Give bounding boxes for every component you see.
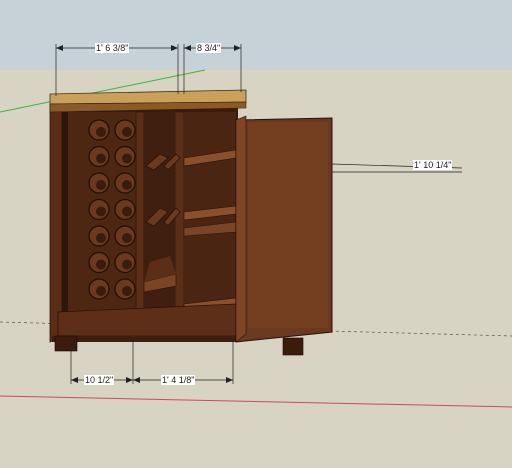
dimension-top-width: 1' 6 3/8" xyxy=(95,43,130,53)
wine-cabinet-model[interactable] xyxy=(49,89,333,356)
bottle-slot-hole xyxy=(122,153,132,164)
dimension-top-door: 8 3/4" xyxy=(196,43,222,53)
bottle-slot-hole xyxy=(96,127,106,137)
bottle-slot-hole xyxy=(96,153,106,164)
foot-left xyxy=(54,335,78,352)
bottle-slot-hole xyxy=(122,180,132,190)
bottle-slot-hole xyxy=(122,127,132,137)
divider-panel-right xyxy=(174,111,185,335)
bottle-slot-hole xyxy=(96,206,106,217)
bottle-slot-hole xyxy=(96,259,106,270)
divider-panel-left xyxy=(135,111,145,335)
door-panel-grain xyxy=(248,122,328,328)
sky xyxy=(0,0,512,70)
left-inner-edge xyxy=(62,104,68,336)
bottle-slot-hole xyxy=(122,233,132,243)
dimension-bottom-left: 10 1/2" xyxy=(84,375,115,385)
bottle-slot-hole xyxy=(96,180,106,190)
sketchup-3d-viewport[interactable]: 1' 6 3/8" 8 3/4" 1' 10 1/4" 10 1/2" 1' 4… xyxy=(0,0,512,468)
dimension-bottom-right: 1' 4 1/8" xyxy=(161,375,196,385)
bottle-slot-hole xyxy=(96,233,106,243)
bottle-slot-hole xyxy=(122,206,132,217)
dimension-door-height: 1' 10 1/4" xyxy=(413,160,453,170)
cabinet-left-side xyxy=(49,103,63,343)
foot-right xyxy=(282,337,304,356)
cabinet-base-rail xyxy=(52,336,238,342)
bottle-slot-hole xyxy=(122,286,132,296)
bottle-slot-hole xyxy=(96,286,106,296)
bottle-slot-hole xyxy=(122,259,132,270)
door-edge xyxy=(235,115,247,343)
model-scene[interactable] xyxy=(0,0,512,468)
